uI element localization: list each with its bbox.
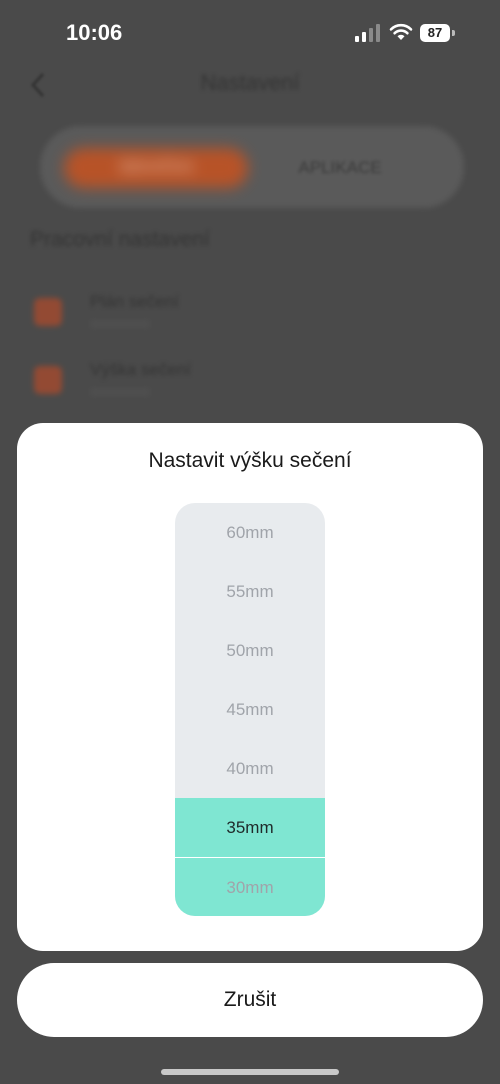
settings-row-height: Výška sečení [30,360,470,420]
settings-row-schedule: Plán sečení [30,292,470,352]
settings-row-label: Plán sečení [90,292,179,311]
cellular-signal-icon [355,24,380,42]
picker-option-30[interactable]: 30mm [175,857,325,916]
status-time: 10:06 [66,20,123,45]
height-picker-sheet: Nastavit výšku sečení 60mm 55mm 50mm 45m… [17,423,483,951]
calendar-icon [34,298,62,326]
page-title: Nastavení [200,70,300,95]
battery-level: 87 [420,24,450,42]
picker-option-55[interactable]: 55mm [175,562,325,621]
home-indicator[interactable] [161,1069,339,1075]
picker-option-45[interactable]: 45mm [175,680,325,739]
picker-option-60[interactable]: 60mm [175,503,325,562]
status-bar: 10:06 87 [0,0,500,68]
cancel-button[interactable]: Zrušit [17,963,483,1037]
picker-option-50[interactable]: 50mm [175,621,325,680]
sheet-title: Nastavit výšku sečení [148,449,352,472]
wifi-icon [389,23,413,40]
picker-option-40[interactable]: 40mm [175,739,325,798]
section-title: Pracovní nastavení [30,228,210,251]
tab-mower: SEKAČKA [64,148,248,188]
tab-app: APLIKACE [298,158,382,177]
battery-icon: 87 [420,24,456,42]
background-settings-page: Nastavení SEKAČKA APLIKACE Pracovní nast… [0,68,500,428]
height-icon [34,366,62,394]
settings-row-label: Výška sečení [90,360,192,379]
picker-option-35-selected[interactable]: 35mm [175,798,325,857]
height-picker-wheel[interactable]: 60mm 55mm 50mm 45mm 40mm 35mm 30mm [175,503,325,916]
